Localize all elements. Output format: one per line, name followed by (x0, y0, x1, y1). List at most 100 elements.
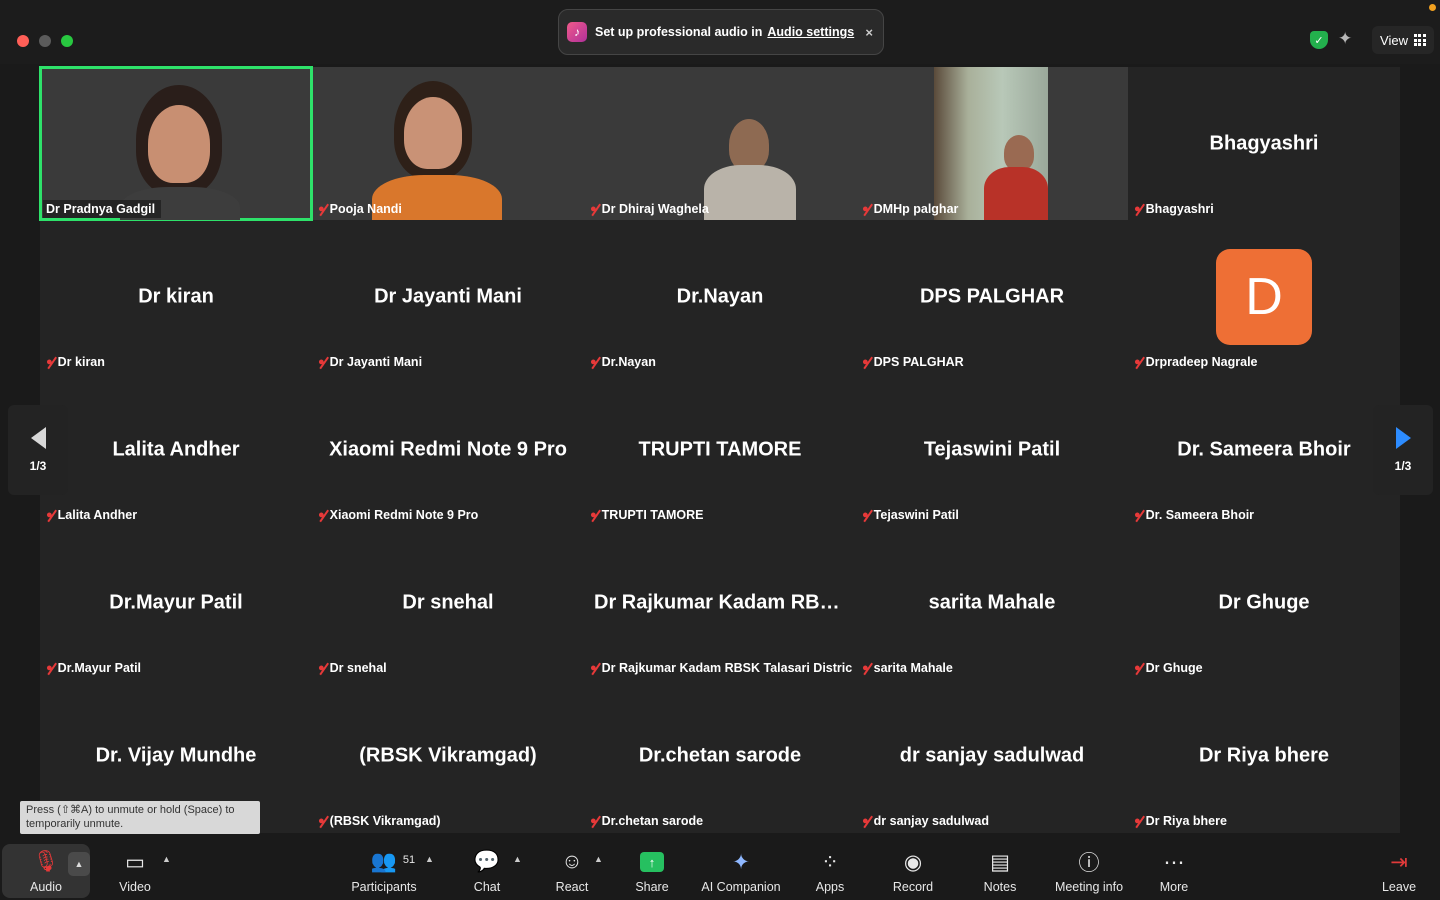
close-banner-icon[interactable]: × (865, 25, 873, 40)
participant-name-label: ● Tejaswini Patil (862, 508, 959, 522)
close-window-button[interactable] (17, 35, 29, 47)
audio-settings-banner: ♪ Set up professional audio in Audio set… (558, 9, 884, 55)
participant-tile[interactable]: Dr.chetan sarode ● Dr.chetan sarode (584, 679, 856, 832)
participant-tile[interactable]: Dr Jayanti Mani ● Dr Jayanti Mani (312, 220, 584, 373)
participant-display-name: Bhagyashri (1209, 132, 1319, 154)
participant-tile[interactable]: Dr Pradnya Gadgil (39, 66, 313, 221)
participant-tile[interactable]: Dr Riya bhere ● Dr Riya bhere (1128, 679, 1400, 832)
participants-label: Participants (351, 880, 417, 894)
title-bar: ♪ Set up professional audio in Audio set… (0, 0, 1440, 64)
audio-options-caret[interactable]: ▲ (68, 852, 90, 876)
mic-muted-icon: ● (318, 203, 325, 215)
participants-button[interactable]: 👥 51 Participants (346, 840, 422, 900)
participant-display-name: Dr.chetan sarode (638, 744, 802, 766)
participant-tile[interactable]: Bhagyashri ● Bhagyashri (1128, 67, 1400, 220)
maximize-window-button[interactable] (61, 35, 73, 47)
arrow-left-icon (30, 427, 46, 449)
notes-button[interactable]: ▤ Notes (980, 840, 1020, 900)
participant-tile[interactable]: sarita Mahale ● sarita Mahale (856, 526, 1128, 679)
share-button[interactable]: ↑ Share (630, 840, 674, 900)
info-icon: ⓘ (1078, 852, 1100, 875)
participant-tile[interactable]: dr sanjay sadulwad ● dr sanjay sadulwad (856, 679, 1128, 832)
leave-label: Leave (1381, 880, 1417, 894)
next-page-button[interactable]: 1/3 (1373, 405, 1433, 495)
mic-muted-icon: ● (862, 203, 869, 215)
chat-options-caret[interactable]: ▲ (511, 840, 525, 900)
page-indicator: 1/3 (1394, 459, 1412, 473)
notification-dot (1429, 4, 1436, 11)
video-button[interactable]: ▭ Video (112, 840, 158, 900)
caret-up-icon: ▲ (513, 854, 522, 864)
participant-display-name: Dr. Vijay Mundhe (95, 744, 257, 766)
more-button[interactable]: ⋯ More (1154, 840, 1194, 900)
ai-sparkle-icon[interactable]: ✦ (1338, 29, 1352, 49)
video-feed-body (984, 167, 1048, 220)
participant-tile[interactable]: TRUPTI TAMORE ● TRUPTI TAMORE (584, 373, 856, 526)
participant-tile[interactable]: Dr Ghuge ● Dr Ghuge (1128, 526, 1400, 679)
participant-name-label: ● TRUPTI TAMORE (590, 508, 704, 522)
react-options-caret[interactable]: ▲ (592, 840, 606, 900)
mic-muted-icon: ● (590, 203, 597, 215)
participant-name-label: ● Pooja Nandi (318, 202, 402, 216)
participant-name-label: ● Dr Ghuge (1134, 661, 1203, 675)
participant-tile[interactable]: Dr Rajkumar Kadam RBSK... ● Dr Rajkumar K… (584, 526, 856, 679)
ai-sparkle-icon: ✦ (732, 850, 750, 874)
participant-tile[interactable]: ● Dr Dhiraj Waghela (584, 67, 856, 220)
participant-display-name: Tejaswini Patil (923, 438, 1061, 460)
leave-button[interactable]: ⇥ Leave (1378, 840, 1420, 900)
ai-companion-button[interactable]: ✦ AI Companion (698, 840, 784, 900)
video-options-caret[interactable]: ▲ (160, 840, 174, 900)
participant-tile[interactable]: Dr. Sameera Bhoir ● Dr. Sameera Bhoir (1128, 373, 1400, 526)
audio-settings-link[interactable]: Audio settings (767, 25, 854, 39)
participant-name-label: ● Xiaomi Redmi Note 9 Pro (318, 508, 479, 522)
participant-tile[interactable]: Dr snehal ● Dr snehal (312, 526, 584, 679)
video-feed-face (729, 119, 769, 171)
participant-tile[interactable]: Xiaomi Redmi Note 9 Pro ● Xiaomi Redmi No… (312, 373, 584, 526)
encryption-shield-icon[interactable]: ✓ (1310, 31, 1328, 49)
notes-label: Notes (983, 880, 1017, 894)
mic-muted-icon: ● (1134, 662, 1141, 674)
view-label: View (1380, 32, 1408, 48)
arrow-right-icon (1395, 427, 1411, 449)
mic-muted-icon: 🎙 (32, 850, 60, 873)
apps-button[interactable]: ⁘ Apps (810, 840, 850, 900)
react-button[interactable]: ☺ React (552, 840, 592, 900)
record-button[interactable]: ◉ Record (888, 840, 938, 900)
record-icon: ◉ (903, 850, 923, 874)
minimize-window-button[interactable] (39, 35, 51, 47)
participant-tile[interactable]: DPS PALGHAR ● DPS PALGHAR (856, 220, 1128, 373)
previous-page-button[interactable]: 1/3 (8, 405, 68, 495)
participant-tile[interactable]: Lalita Andher ● Lalita Andher (40, 373, 312, 526)
video-label: Video (119, 880, 151, 894)
record-label: Record (892, 880, 934, 894)
participant-tile[interactable]: ● Pooja Nandi (312, 67, 584, 220)
participant-name-label: Dr Pradnya Gadgil (43, 200, 162, 218)
view-button[interactable]: View (1372, 26, 1434, 54)
participant-name-label: ● Dr Dhiraj Waghela (590, 202, 709, 216)
participant-tile[interactable]: Dr kiran ● Dr kiran (40, 220, 312, 373)
participants-options-caret[interactable]: ▲ (423, 840, 437, 900)
chat-button[interactable]: 💬 Chat (468, 840, 506, 900)
participant-tile[interactable]: Tejaswini Patil ● Tejaswini Patil (856, 373, 1128, 526)
mic-muted-icon: ● (862, 815, 869, 827)
smiley-icon: ☺ (561, 850, 583, 873)
meeting-info-button[interactable]: ⓘ Meeting info (1050, 840, 1128, 900)
participant-name-label: ● sarita Mahale (862, 661, 953, 675)
banner-text: Set up professional audio in (595, 25, 763, 39)
participant-tile[interactable]: Dr.Mayur Patil ● Dr.Mayur Patil (40, 526, 312, 679)
participant-tile[interactable]: ● DMHp palghar (856, 67, 1128, 220)
mic-muted-icon: ● (590, 815, 597, 827)
participant-name-label: ● DMHp palghar (862, 202, 959, 216)
meeting-toolbar: 🎙 Audio ▲ ▭ Video ▲ 👥 51 Participants ▲ 💬… (0, 840, 1440, 900)
mic-muted-icon: ● (46, 509, 53, 521)
video-feed-body (704, 165, 796, 220)
participant-avatar: D (1216, 248, 1312, 345)
participant-tile[interactable]: (RBSK Vikramgad) ● (RBSK Vikramgad) (312, 679, 584, 832)
participant-tile[interactable]: Dr.Nayan ● Dr.Nayan (584, 220, 856, 373)
audio-button[interactable]: 🎙 Audio ▲ (2, 844, 90, 898)
video-feed-face (1004, 135, 1034, 171)
participant-display-name: Dr Ghuge (1218, 591, 1310, 613)
participant-display-name: Dr kiran (138, 285, 214, 307)
participant-display-name: Lalita Andher (112, 438, 240, 460)
participant-tile[interactable]: D ● Drpradeep Nagrale (1128, 220, 1400, 373)
